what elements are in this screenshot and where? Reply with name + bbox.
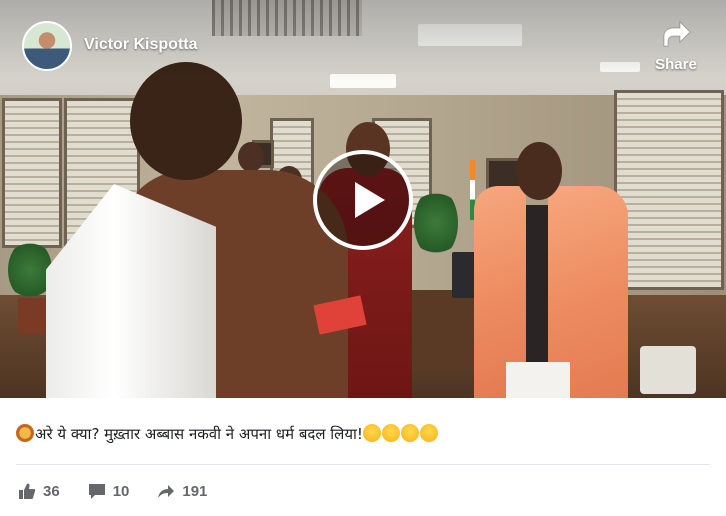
video-player[interactable]: Victor Kispotta Share	[0, 0, 726, 398]
play-button[interactable]	[313, 150, 413, 250]
comment-count: 10	[112, 482, 130, 500]
author-avatar[interactable]	[22, 21, 72, 71]
lion-face-emoji	[16, 424, 34, 442]
thumbs-up-icon	[19, 483, 36, 499]
engagement-stats: 36 10 191	[18, 480, 235, 502]
winking-tongue-emoji	[362, 424, 381, 442]
astonished-emoji	[381, 424, 400, 442]
like-count: 36	[43, 482, 60, 500]
video-frame-plant	[414, 188, 458, 258]
video-frame-person-man-dhoti	[506, 362, 570, 398]
stats-divider	[16, 464, 710, 465]
post-caption: अरे ये क्या? मुख़्तार अब्बास नकवी ने अपन…	[16, 424, 716, 444]
astonished-emoji	[419, 424, 438, 442]
video-frame-person-man-head	[516, 142, 562, 200]
comment-button[interactable]: 10	[88, 482, 130, 500]
share-label: Share	[655, 56, 697, 73]
share-count: 191	[182, 482, 208, 500]
video-frame-plant-pot	[18, 298, 46, 334]
play-icon	[355, 182, 385, 218]
video-frame-person-bg-head	[238, 142, 264, 172]
video-frame-plant	[8, 240, 52, 300]
post-caption-text: अरे ये क्या? मुख़्तार अब्बास नकवी ने अपन…	[35, 425, 363, 443]
share-count-button[interactable]: 191	[157, 482, 207, 500]
share-arrow-icon	[158, 485, 175, 498]
share-arrow-icon	[663, 20, 691, 47]
comment-icon	[88, 484, 105, 499]
like-button[interactable]: 36	[18, 482, 60, 500]
video-frame-chair	[640, 346, 696, 394]
video-frame-window-blind	[2, 98, 62, 248]
video-frame-window-blind	[614, 90, 724, 290]
share-button[interactable]: Share	[648, 18, 704, 78]
author-name[interactable]: Victor Kispotta	[84, 36, 198, 54]
laughing-tears-emoji	[400, 424, 419, 442]
